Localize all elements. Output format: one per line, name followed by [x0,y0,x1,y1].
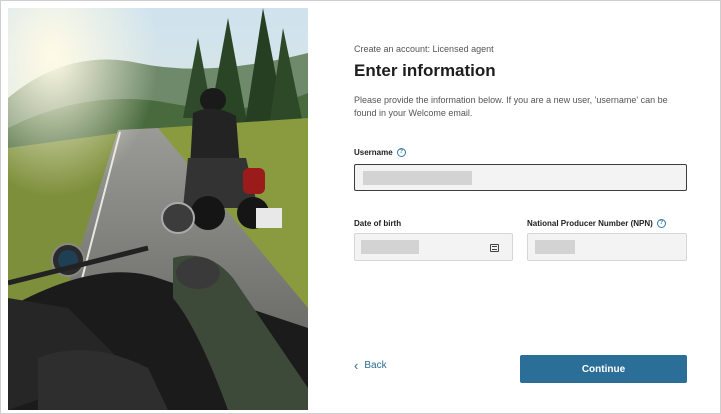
hero-photo [8,8,308,410]
step-eyebrow: Create an account: Licensed agent [354,44,494,54]
account-form: Create an account: Licensed agent Enter … [354,0,694,414]
npn-label-text: National Producer Number (NPN) [527,219,653,228]
chevron-left-icon: ‹ [354,357,359,373]
npn-label: National Producer Number (NPN) ? [527,219,666,228]
username-label-text: Username [354,148,393,157]
username-label: Username ? [354,148,406,157]
npn-value-redacted [535,240,575,254]
back-button[interactable]: ‹ Back [354,357,387,373]
username-field[interactable] [354,164,687,191]
date-of-birth-field[interactable] [354,233,513,261]
page-title: Enter information [354,61,496,80]
page-description: Please provide the information below. If… [354,95,668,118]
continue-button[interactable]: Continue [520,355,687,383]
back-label: Back [364,360,387,371]
dob-label-text: Date of birth [354,219,402,228]
npn-field[interactable] [527,233,687,261]
dob-value-redacted [361,240,419,254]
username-value-redacted [363,171,472,185]
help-circle-icon[interactable]: ? [656,219,666,228]
calendar-icon[interactable] [490,244,499,252]
dob-label: Date of birth [354,219,401,228]
help-circle-icon[interactable]: ? [396,148,406,157]
